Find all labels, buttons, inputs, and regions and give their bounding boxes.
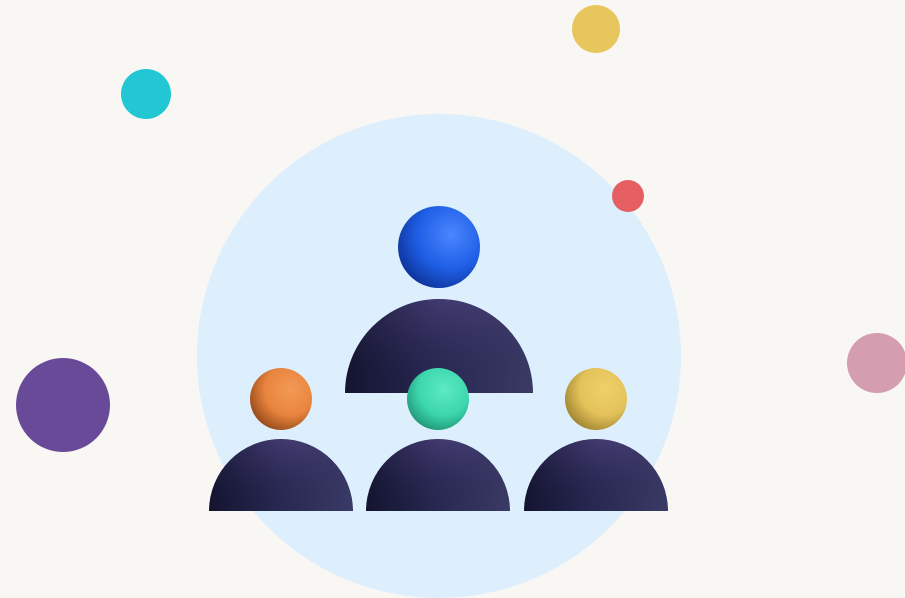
purple-dot [16, 358, 110, 452]
team-hierarchy-illustration [16, 5, 905, 598]
member-head-left [250, 368, 312, 430]
yellow-dot [572, 5, 620, 53]
member-head-right [565, 368, 627, 430]
pink-dot [847, 333, 905, 393]
red-dot [612, 180, 644, 212]
leader-head [398, 206, 480, 288]
teal-dot [121, 69, 171, 119]
illustration-canvas [0, 0, 905, 598]
member-head-center [407, 368, 469, 430]
